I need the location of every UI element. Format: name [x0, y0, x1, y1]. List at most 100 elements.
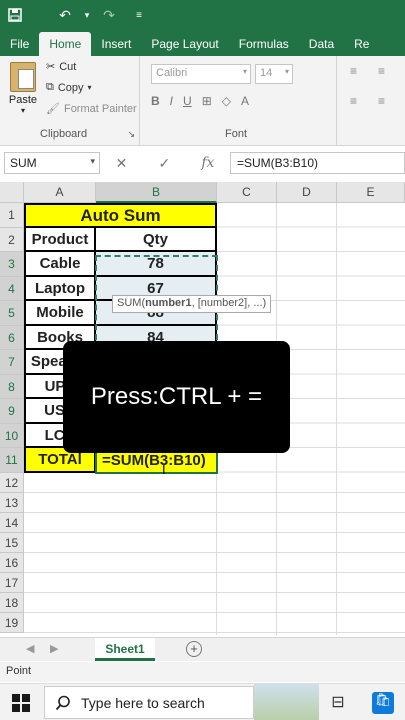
sheet-tab-bar: ◀ ▶ Sheet1 +	[0, 637, 405, 661]
ribbon-tabs: File Home Insert Page Layout Formulas Da…	[0, 30, 405, 56]
taskbar-search[interactable]: Type here to search	[44, 686, 254, 719]
column-header-a[interactable]: A	[24, 182, 96, 203]
redo-icon[interactable]: ↷	[94, 0, 124, 30]
fill-color-icon[interactable]: ◇	[222, 94, 231, 108]
customize-icon[interactable]: ≡	[124, 0, 154, 30]
format-painter-button[interactable]: 🖌 Format Painter	[46, 102, 137, 116]
name-box[interactable]: SUM ▾	[4, 152, 100, 174]
tooltip-arg1: number1	[145, 297, 192, 309]
format-painter-label: Format Painter	[63, 102, 137, 115]
copy-icon: ⧉	[46, 81, 54, 93]
bold-button[interactable]: B	[151, 94, 160, 108]
tab-file[interactable]: File	[0, 32, 39, 56]
grid-lines-lower	[24, 473, 405, 635]
title-bar: ↶ ▾ ↷ ≡	[0, 0, 405, 30]
header-qty[interactable]: Qty	[96, 228, 217, 252]
tab-home[interactable]: Home	[39, 32, 92, 56]
save-icon[interactable]	[0, 0, 30, 30]
enter-icon[interactable]: ✓	[158, 155, 170, 172]
paste-icon	[10, 62, 36, 92]
row-header[interactable]: 8	[0, 375, 24, 399]
shortcut-overlay: Press:CTRL + =	[63, 341, 290, 453]
row-header[interactable]: 10	[0, 424, 24, 448]
cancel-icon[interactable]: ✕	[116, 155, 128, 172]
product-cell[interactable]: Cable	[24, 252, 96, 277]
align-center-icon[interactable]: ≡	[378, 94, 385, 108]
row-header[interactable]: 9	[0, 399, 24, 424]
title-cell[interactable]: Auto Sum	[24, 203, 217, 228]
tab-page-layout[interactable]: Page Layout	[141, 32, 228, 56]
row-header[interactable]: 19	[0, 613, 24, 633]
tooltip-rest: , [number2], ...)	[191, 297, 267, 309]
copy-button[interactable]: ⧉ Copy ▾	[46, 81, 92, 94]
header-product[interactable]: Product	[24, 228, 96, 252]
italic-button[interactable]: I	[170, 94, 173, 108]
windows-taskbar: Type here to search ⊟ 🛍	[0, 683, 405, 720]
column-header-e[interactable]: E	[337, 182, 405, 203]
insert-function-icon[interactable]: fx	[201, 155, 214, 172]
align-left-icon[interactable]: ≡	[350, 94, 357, 108]
windows-start-icon[interactable]	[12, 694, 30, 712]
row-header[interactable]: 16	[0, 553, 24, 573]
formula-buttons: ✕ ✓ fx	[100, 155, 230, 172]
font-color-icon[interactable]: A	[241, 94, 249, 108]
font-format-buttons: B I U ⊞ ◇ A	[151, 94, 249, 108]
undo-icon[interactable]: ↶	[50, 0, 80, 30]
column-header-b[interactable]: B	[96, 182, 217, 203]
row-header[interactable]: 12	[0, 473, 24, 493]
clipboard-group: Paste ▾ ✂ Cut ⧉ Copy ▾ 🖌 Format Painter …	[0, 56, 140, 146]
row-header[interactable]: 18	[0, 593, 24, 613]
row-header[interactable]: 14	[0, 513, 24, 533]
sheet-prev-icon[interactable]: ◀	[26, 642, 34, 655]
row-header[interactable]: 7	[0, 350, 24, 375]
tab-insert[interactable]: Insert	[91, 32, 141, 56]
chevron-down-icon: ▾	[90, 156, 95, 166]
store-icon[interactable]: 🛍	[372, 692, 394, 714]
text-cursor-icon: I	[162, 462, 166, 477]
row-header[interactable]: 4	[0, 277, 24, 301]
tab-data[interactable]: Data	[299, 32, 344, 56]
column-header-d[interactable]: D	[277, 182, 337, 203]
borders-icon[interactable]: ⊞	[202, 94, 212, 108]
font-family-select[interactable]: Calibri ▾	[151, 64, 251, 84]
row-header[interactable]: 15	[0, 533, 24, 553]
row-header[interactable]: 6	[0, 326, 24, 350]
align-middle-icon[interactable]: ≡	[378, 64, 385, 78]
column-header-c[interactable]: C	[217, 182, 277, 203]
search-icon	[55, 695, 70, 710]
row-header[interactable]: 3	[0, 252, 24, 277]
add-sheet-icon[interactable]: +	[186, 641, 202, 657]
cut-label: Cut	[59, 60, 77, 73]
tab-review[interactable]: Re	[344, 32, 379, 56]
row-header[interactable]: 17	[0, 573, 24, 593]
alignment-group: ≡ ≡ ≡ ≡	[338, 56, 405, 146]
font-size-value: 14	[260, 67, 273, 79]
formula-input[interactable]: =SUM(B3:B10)	[230, 152, 405, 174]
font-size-select[interactable]: 14 ▾	[255, 64, 293, 84]
undo-dropdown-icon[interactable]: ▾	[80, 0, 94, 30]
product-cell[interactable]: Laptop	[24, 277, 96, 301]
row-header[interactable]: 11	[0, 448, 24, 473]
paste-button[interactable]: Paste ▾	[6, 62, 40, 115]
row-header[interactable]: 2	[0, 228, 24, 252]
row-header[interactable]: 5	[0, 301, 24, 326]
dialog-launcher-icon[interactable]: ↘	[127, 129, 135, 140]
row-header[interactable]: 13	[0, 493, 24, 513]
select-all-corner[interactable]	[0, 182, 24, 203]
row-header[interactable]: 1	[0, 203, 24, 228]
task-view-icon[interactable]: ⊟	[327, 692, 349, 714]
name-box-value: SUM	[10, 156, 37, 170]
tab-formulas[interactable]: Formulas	[229, 32, 299, 56]
underline-button[interactable]: U	[183, 94, 192, 108]
sheet-next-icon[interactable]: ▶	[50, 642, 58, 655]
font-family-value: Calibri	[156, 67, 188, 79]
scissors-icon: ✂	[46, 61, 56, 73]
align-top-icon[interactable]: ≡	[350, 64, 357, 78]
cut-button[interactable]: ✂ Cut	[46, 60, 77, 74]
font-group-label: Font	[225, 128, 248, 140]
product-cell[interactable]: Mobile	[24, 301, 96, 326]
brush-icon: 🖌	[46, 103, 60, 115]
qty-cell[interactable]: 78	[96, 252, 217, 277]
sheet-tab-sheet1[interactable]: Sheet1	[95, 638, 155, 661]
status-mode: Point	[6, 665, 32, 677]
